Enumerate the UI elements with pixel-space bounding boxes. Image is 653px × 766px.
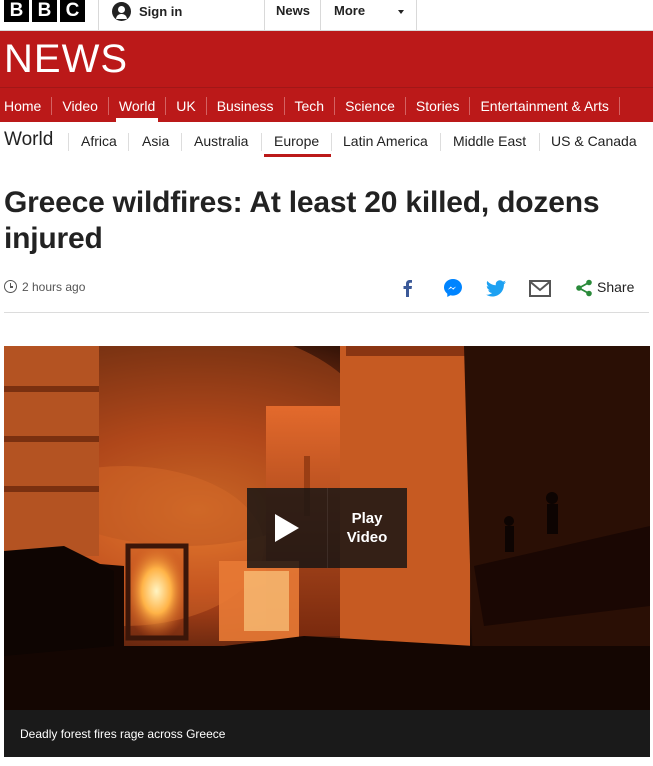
section-nav: World Africa Asia Australia Europe Latin… (0, 122, 653, 158)
section-nav-divider (539, 133, 540, 151)
top-bar: B B C Sign in News More (0, 0, 653, 31)
main-nav-science[interactable]: Science (345, 88, 395, 122)
main-nav-uk[interactable]: UK (176, 88, 195, 122)
main-nav-tech[interactable]: Tech (295, 88, 325, 122)
bbc-logo[interactable]: B B C (4, 0, 85, 22)
video-caption: Deadly forest fires rage across Greece (4, 710, 650, 757)
video-player[interactable]: Play Video (4, 346, 650, 710)
facebook-icon[interactable] (395, 276, 419, 300)
user-icon (112, 1, 131, 21)
top-divider (416, 0, 417, 31)
top-divider (264, 0, 265, 31)
main-nav-stories[interactable]: Stories (416, 88, 460, 122)
section-nav-africa[interactable]: Africa (81, 133, 117, 149)
section-nav-divider (261, 133, 262, 151)
sign-in-label: Sign in (139, 3, 183, 19)
share-button-label[interactable]: Share (597, 279, 634, 295)
share-icon[interactable] (572, 276, 596, 300)
section-nav-divider (440, 133, 441, 151)
article-timestamp: 2 hours ago (22, 280, 86, 294)
top-divider (320, 0, 321, 31)
main-nav-entertainment-arts[interactable]: Entertainment & Arts (480, 88, 608, 122)
video-caption-text: Deadly forest fires rage across Greece (20, 727, 226, 741)
play-button-divider (327, 488, 328, 568)
play-video-button[interactable]: Play Video (247, 488, 407, 568)
news-masthead: NEWS Home Video World UK Business Tech S… (0, 31, 653, 122)
active-section-indicator (264, 154, 331, 157)
section-nav-asia[interactable]: Asia (142, 133, 169, 149)
main-nav: Home Video World UK Business Tech Scienc… (0, 87, 653, 122)
sign-in-link[interactable]: Sign in (112, 1, 183, 21)
section-nav-australia[interactable]: Australia (194, 133, 248, 149)
section-nav-divider (68, 133, 69, 151)
top-nav-more[interactable]: More (334, 3, 365, 18)
news-wordmark[interactable]: NEWS (4, 37, 128, 82)
bbc-logo-letter-b1: B (4, 0, 29, 22)
play-icon (275, 514, 299, 542)
section-nav-middle-east[interactable]: Middle East (453, 133, 526, 149)
play-video-label: Play Video (346, 510, 388, 546)
main-nav-video[interactable]: Video (62, 88, 98, 122)
bbc-logo-letter-b2: B (32, 0, 57, 22)
twitter-icon[interactable] (484, 276, 508, 300)
main-nav-home[interactable]: Home (4, 88, 41, 122)
divider-line (4, 312, 649, 313)
chevron-down-icon[interactable] (398, 10, 404, 14)
main-nav-world[interactable]: World (115, 88, 159, 122)
main-nav-business[interactable]: Business (217, 88, 274, 122)
email-icon[interactable] (528, 276, 552, 300)
section-nav-divider (331, 133, 332, 151)
clock-icon (4, 280, 17, 293)
top-divider (98, 0, 99, 31)
messenger-icon[interactable] (441, 276, 465, 300)
section-nav-divider (181, 133, 182, 151)
top-nav-news[interactable]: News (276, 3, 310, 18)
section-nav-europe[interactable]: Europe (274, 133, 319, 149)
bbc-logo-letter-c: C (60, 0, 85, 22)
section-nav-divider (128, 133, 129, 151)
section-title[interactable]: World (4, 129, 53, 151)
section-nav-latin-america[interactable]: Latin America (343, 133, 428, 149)
article-headline: Greece wildfires: At least 20 killed, do… (4, 186, 600, 255)
article-meta-row: 2 hours ago Share (4, 276, 650, 300)
section-nav-us-canada[interactable]: US & Canada (551, 133, 637, 149)
